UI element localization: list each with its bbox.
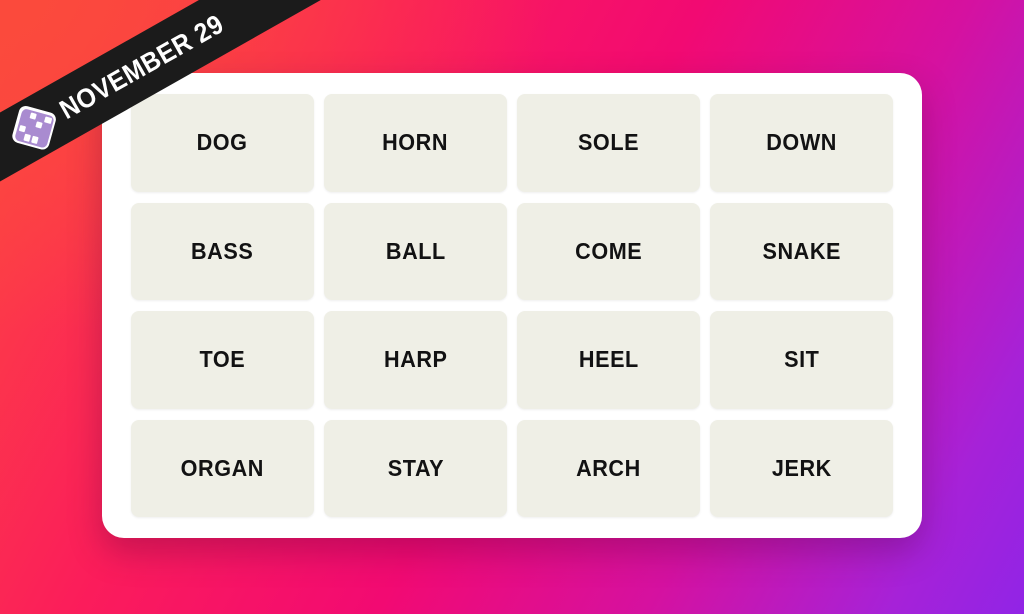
word-tile-label: TOE (199, 346, 246, 373)
word-tile[interactable]: ARCH (517, 419, 700, 517)
word-tile-label: HORN (382, 129, 449, 156)
word-tile[interactable]: DOWN (710, 94, 893, 192)
word-tile[interactable]: BALL (324, 202, 507, 300)
connections-grid-icon-cell (42, 123, 50, 131)
connections-grid-icon-cell (44, 116, 52, 124)
word-tile[interactable]: JERK (710, 419, 893, 517)
word-tile-label: ARCH (576, 454, 641, 481)
word-tile[interactable]: HORN (324, 94, 507, 192)
word-tile-label: ORGAN (180, 454, 265, 481)
word-tile[interactable]: ORGAN (131, 419, 314, 517)
connections-grid-icon-cell (16, 132, 24, 140)
word-tile-grid: DOG HORN SOLE DOWN BASS BALL COME SNAKE TOE HARP H… (131, 94, 893, 517)
connections-grid-icon-cell (23, 133, 32, 142)
word-tile-label: DOG (197, 129, 248, 156)
word-tile-label: BALL (385, 237, 446, 264)
word-tile[interactable]: BASS (131, 202, 314, 300)
connections-grid-icon-cell (28, 119, 36, 127)
connections-grid-icon-cell (35, 121, 43, 129)
word-tile-label: SIT (783, 346, 820, 373)
connections-grid-icon-cell (18, 124, 26, 133)
word-tile[interactable]: COME (517, 202, 700, 300)
word-tile[interactable]: SOLE (517, 94, 700, 192)
word-tile[interactable]: TOE (131, 311, 314, 409)
puzzle-card: DOG HORN SOLE DOWN BASS BALL COME SNAKE TOE HARP H… (102, 73, 922, 538)
word-tile[interactable]: HEEL (517, 311, 700, 409)
connections-grid-icon-cell (30, 136, 39, 144)
word-tile-label: STAY (387, 454, 444, 481)
connections-grid-icon-cell (33, 129, 41, 137)
word-tile-label: BASS (191, 237, 254, 264)
connections-grid-icon (10, 104, 58, 152)
word-tile[interactable]: SNAKE (710, 202, 893, 300)
word-tile-label: SOLE (577, 129, 640, 156)
word-tile-label: JERK (771, 454, 832, 481)
word-tile[interactable]: SIT (710, 311, 893, 409)
connections-grid-icon-cell (38, 138, 46, 146)
word-tile-label: COME (574, 237, 643, 264)
connections-grid-icon-cells (13, 107, 55, 149)
connections-grid-icon-cell (26, 127, 34, 135)
word-tile-label: HEEL (578, 346, 639, 373)
word-tile-label: DOWN (766, 129, 837, 156)
connections-grid-icon-cell (37, 114, 45, 122)
word-tile-label: SNAKE (762, 237, 841, 264)
word-tile-label: HARP (383, 346, 448, 373)
connections-grid-icon-cell (29, 111, 38, 120)
connections-grid-icon-cell (22, 110, 30, 118)
word-tile[interactable]: DOG (131, 94, 314, 192)
word-tile[interactable]: HARP (324, 311, 507, 409)
connections-grid-icon-cell (40, 131, 48, 139)
connections-grid-icon-cell (20, 117, 28, 125)
word-tile[interactable]: STAY (324, 419, 507, 517)
